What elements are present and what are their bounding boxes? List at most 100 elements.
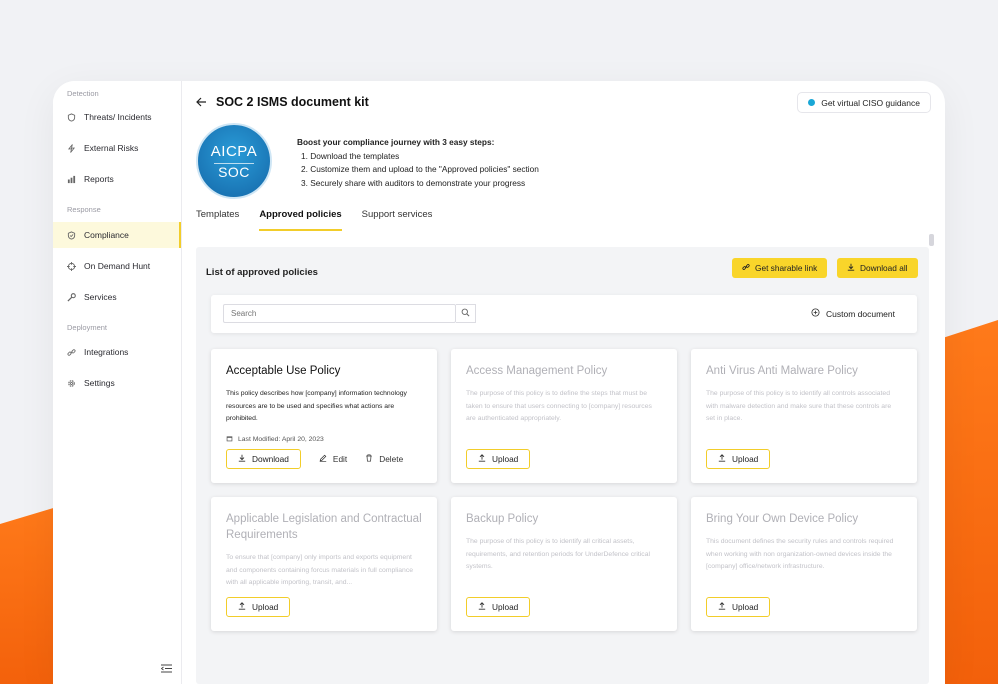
sidebar-item-compliance[interactable]: Compliance — [53, 222, 181, 248]
sidebar-section-deployment: Deployment — [67, 323, 108, 332]
main-content: SOC 2 ISMS document kit Get virtual CISO… — [182, 81, 945, 684]
edit-button[interactable]: Edit — [319, 454, 347, 464]
step-item: 1. Download the templates — [301, 150, 400, 161]
upload-icon — [238, 602, 246, 612]
policy-card: Anti Virus Anti Malware Policy The purpo… — [691, 349, 917, 483]
card-actions: Download Edit Delete — [226, 449, 403, 469]
steps-heading: Boost your compliance journey with 3 eas… — [297, 137, 495, 147]
link-icon — [67, 348, 76, 357]
upload-button[interactable]: Upload — [466, 449, 531, 469]
policy-description: The purpose of this policy is to identif… — [706, 390, 892, 422]
policy-description: This policy describes how [company] info… — [226, 390, 407, 422]
link-icon — [742, 263, 750, 273]
step-item: 2. Customize them and upload to the "App… — [301, 164, 539, 174]
upload-icon — [718, 602, 726, 612]
tab-templates[interactable]: Templates — [196, 209, 239, 231]
virtual-ciso-button[interactable]: Get virtual CISO guidance — [797, 92, 931, 113]
policy-title: Backup Policy — [466, 513, 539, 525]
search-toolbar: Custom document — [211, 295, 917, 333]
upload-button[interactable]: Upload — [706, 449, 771, 469]
wrench-icon — [67, 292, 76, 302]
upload-icon — [718, 454, 726, 464]
ciso-label: Get virtual CISO guidance — [821, 97, 920, 108]
upload-button[interactable]: Upload — [706, 597, 771, 617]
sidebar-item-on-demand-hunt[interactable]: On Demand Hunt — [53, 253, 181, 279]
policy-title: Anti Virus Anti Malware Policy — [706, 365, 858, 377]
sidebar-section-detection: Detection — [67, 89, 99, 98]
download-icon — [847, 263, 855, 273]
policy-card: Applicable Legislation and Contractual R… — [211, 497, 437, 631]
approved-policies-panel: List of approved policies Get sharable l… — [196, 247, 929, 684]
sidebar-item-label: Integrations — [84, 347, 129, 357]
last-modified: Last Modified: April 20, 2023 — [226, 435, 422, 444]
policy-description: The purpose of this policy is to define … — [466, 390, 652, 422]
upload-button[interactable]: Upload — [226, 597, 291, 617]
list-title: List of approved policies — [206, 267, 318, 278]
card-actions: Upload — [706, 597, 771, 617]
tab-bar: Templates Approved policies Support serv… — [196, 209, 432, 231]
delete-button[interactable]: Delete — [365, 454, 403, 464]
steps-instructions: Boost your compliance journey with 3 eas… — [297, 136, 539, 190]
step-item: 3. Securely share with auditors to demon… — [301, 177, 526, 188]
sidebar-item-integrations[interactable]: Integrations — [53, 339, 181, 365]
sidebar-item-settings[interactable]: Settings — [53, 370, 181, 396]
search-input[interactable] — [223, 304, 456, 323]
sidebar-item-label: Services — [84, 292, 117, 302]
policy-title: Access Management Policy — [466, 365, 608, 377]
policy-description: To ensure that [company] only imports an… — [226, 554, 414, 586]
collapse-sidebar-icon[interactable] — [160, 664, 172, 676]
tab-support-services[interactable]: Support services — [362, 209, 433, 231]
back-arrow-icon[interactable] — [196, 96, 207, 110]
tab-approved-policies[interactable]: Approved policies — [259, 209, 342, 231]
sidebar: Detection Threats/ Incidents External Ri… — [53, 81, 182, 684]
custom-document-button[interactable]: Custom document — [811, 308, 895, 319]
page-title: SOC 2 ISMS document kit — [216, 95, 369, 109]
trash-icon — [365, 454, 373, 464]
sidebar-item-label: Settings — [84, 378, 115, 388]
sidebar-item-threats[interactable]: Threats/ Incidents — [53, 104, 181, 130]
sidebar-item-external-risks[interactable]: External Risks — [53, 135, 181, 161]
card-actions: Upload — [226, 597, 291, 617]
policy-card: Acceptable Use Policy This policy descri… — [211, 349, 437, 483]
upload-button[interactable]: Upload — [466, 597, 531, 617]
download-icon — [238, 454, 246, 464]
sidebar-section-response: Response — [67, 205, 101, 214]
policy-title: Bring Your Own Device Policy — [706, 513, 859, 525]
ciso-icon — [808, 99, 816, 106]
upload-icon — [478, 454, 486, 464]
check-shield-icon — [67, 230, 76, 240]
sidebar-item-label: Reports — [84, 174, 114, 184]
calendar-icon — [226, 435, 233, 444]
crosshair-icon — [67, 261, 76, 271]
card-actions: Upload — [466, 597, 531, 617]
app-window: Detection Threats/ Incidents External Ri… — [53, 81, 945, 684]
search-icon — [461, 308, 470, 319]
upload-icon — [478, 602, 486, 612]
card-actions: Upload — [706, 449, 771, 469]
policy-title: Applicable Legislation and Contractual R… — [226, 513, 422, 541]
sidebar-item-services[interactable]: Services — [53, 284, 181, 310]
policy-card: Access Management Policy The purpose of … — [451, 349, 677, 483]
sidebar-item-label: Threats/ Incidents — [84, 112, 152, 122]
plus-circle-icon — [811, 308, 820, 319]
pencil-icon — [319, 454, 327, 464]
get-sharable-link-button[interactable]: Get sharable link — [732, 258, 828, 278]
aicpa-soc-logo: AICPA SOC — [196, 123, 272, 199]
shield-icon — [67, 112, 76, 122]
scrollbar[interactable] — [929, 234, 934, 246]
policy-description: The purpose of this policy is to identif… — [466, 538, 650, 570]
download-all-button[interactable]: Download all — [837, 258, 918, 278]
sidebar-item-label: Compliance — [84, 230, 129, 240]
policy-title: Acceptable Use Policy — [226, 365, 341, 377]
card-actions: Upload — [466, 449, 531, 469]
policy-description: This document defines the security rules… — [706, 538, 894, 570]
policy-card: Bring Your Own Device Policy This docume… — [691, 497, 917, 631]
chart-icon — [67, 175, 76, 184]
search-button[interactable] — [456, 304, 476, 323]
policy-card: Backup Policy The purpose of this policy… — [451, 497, 677, 631]
download-button[interactable]: Download — [226, 449, 301, 469]
sidebar-item-label: On Demand Hunt — [84, 261, 151, 271]
sidebar-item-reports[interactable]: Reports — [53, 166, 181, 192]
bolt-icon — [67, 143, 76, 153]
gear-icon — [67, 379, 76, 388]
